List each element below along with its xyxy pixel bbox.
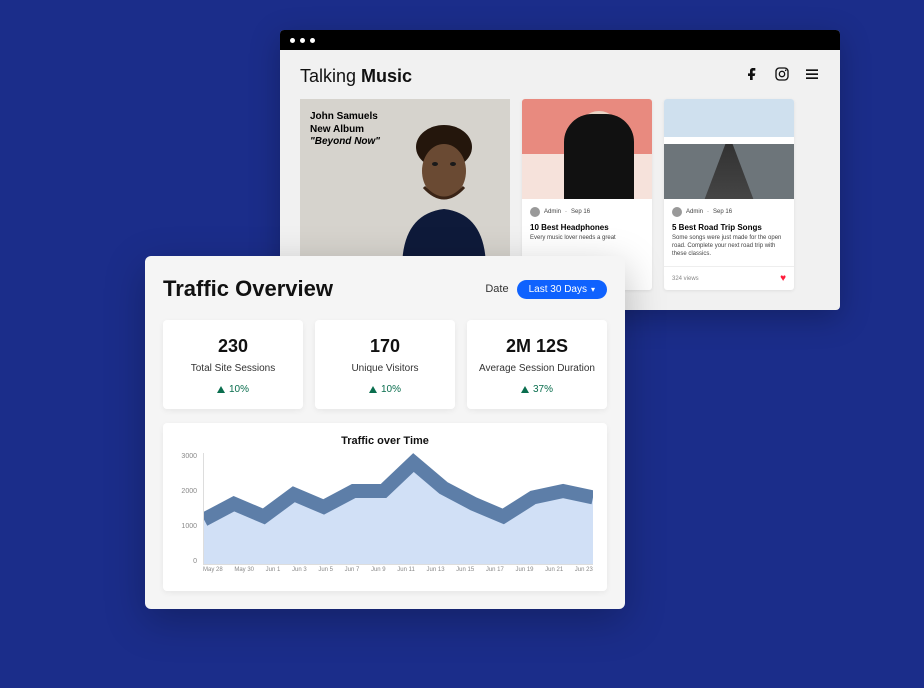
avatar xyxy=(530,207,540,217)
x-tick: Jun 3 xyxy=(292,567,307,583)
x-tick: Jun 17 xyxy=(486,567,504,583)
facebook-icon[interactable] xyxy=(744,66,760,87)
card-title: 5 Best Road Trip Songs xyxy=(672,223,786,232)
x-tick: Jun 1 xyxy=(266,567,281,583)
trend-value: 10% xyxy=(381,384,401,395)
x-tick: Jun 23 xyxy=(575,567,593,583)
stat-value: 2M 12S xyxy=(477,336,597,357)
card-meta: Admin · Sep 16 xyxy=(672,207,786,217)
date-label: Date xyxy=(485,283,508,295)
trend-up-icon xyxy=(217,386,225,393)
y-axis-ticks: 3000 2000 1000 0 xyxy=(173,453,201,565)
stat-value: 230 xyxy=(173,336,293,357)
x-axis-ticks: May 28 May 30 Jun 1 Jun 3 Jun 5 Jun 7 Jun 9 Jun… xyxy=(203,567,593,583)
instagram-icon[interactable] xyxy=(774,66,790,87)
hero-line2: New Album xyxy=(310,124,380,137)
article-card-roadtrip[interactable]: Admin · Sep 16 5 Best Road Trip Songs So… xyxy=(664,99,794,290)
card-desc: Every music lover needs a great xyxy=(530,235,644,243)
x-tick: May 30 xyxy=(234,567,254,583)
site-header: Talking Music xyxy=(280,50,840,99)
trend-value: 37% xyxy=(533,384,553,395)
hero-text: John Samuels New Album "Beyond Now" xyxy=(310,111,380,149)
header-icons xyxy=(744,66,820,87)
date-range-value: Last 30 Days xyxy=(529,284,587,295)
hamburger-menu-icon[interactable] xyxy=(804,66,820,87)
hero-line3: "Beyond Now" xyxy=(310,136,380,149)
window-dot xyxy=(290,38,295,43)
y-tick: 2000 xyxy=(173,488,197,495)
brand-part-b: Music xyxy=(361,66,412,86)
stat-avg-session-duration[interactable]: 2M 12S Average Session Duration 37% xyxy=(467,320,607,409)
card-desc: Some songs were just made for the open r… xyxy=(672,235,786,258)
stat-label: Total Site Sessions xyxy=(173,363,293,374)
stat-label: Average Session Duration xyxy=(477,363,597,374)
chart-area: 3000 2000 1000 0 May 28 May 30 Jun 1 Jun 3 Jun … xyxy=(173,453,597,583)
chart-svg xyxy=(204,453,593,564)
stat-label: Unique Visitors xyxy=(325,363,445,374)
window-titlebar xyxy=(280,30,840,50)
stat-trend: 37% xyxy=(477,384,597,395)
analytics-header: Traffic Overview Date Last 30 Days xyxy=(163,276,607,302)
x-tick: Jun 19 xyxy=(515,567,533,583)
stat-cards: 230 Total Site Sessions 10% 170 Unique V… xyxy=(163,320,607,409)
window-dot xyxy=(300,38,305,43)
analytics-panel: Traffic Overview Date Last 30 Days 230 T… xyxy=(145,256,625,609)
card-title: 10 Best Headphones xyxy=(530,223,644,232)
x-tick: Jun 11 xyxy=(397,567,415,583)
hero-line1: John Samuels xyxy=(310,111,380,124)
card-views: 324 views xyxy=(672,276,699,282)
trend-up-icon xyxy=(369,386,377,393)
traffic-chart: Traffic over Time 3000200010000 May 28Ma… xyxy=(163,423,607,591)
card-image xyxy=(664,99,794,199)
y-tick: 3000 xyxy=(173,453,197,460)
card-footer: 324 views ♥ xyxy=(664,266,794,290)
avatar xyxy=(672,207,682,217)
y-tick: 1000 xyxy=(173,523,197,530)
x-tick: Jun 21 xyxy=(545,567,563,583)
analytics-title: Traffic Overview xyxy=(163,276,333,302)
card-meta: Admin · Sep 16 xyxy=(530,207,644,217)
x-tick: Jun 5 xyxy=(318,567,333,583)
site-brand: Talking Music xyxy=(300,66,412,87)
trend-value: 10% xyxy=(229,384,249,395)
stat-unique-visitors[interactable]: 170 Unique Visitors 10% xyxy=(315,320,455,409)
x-tick: Jun 13 xyxy=(427,567,445,583)
date-filter: Date Last 30 Days xyxy=(485,280,607,299)
x-tick: Jun 15 xyxy=(456,567,474,583)
stat-trend: 10% xyxy=(325,384,445,395)
card-date: Sep 16 xyxy=(571,209,590,215)
window-dot xyxy=(310,38,315,43)
stat-trend: 10% xyxy=(173,384,293,395)
x-tick: Jun 7 xyxy=(345,567,360,583)
x-tick: May 28 xyxy=(203,567,223,583)
card-author: Admin xyxy=(686,209,703,215)
trend-up-icon xyxy=(521,386,529,393)
hero-person-image xyxy=(384,109,504,269)
chart-title: Traffic over Time xyxy=(173,435,597,447)
stat-value: 170 xyxy=(325,336,445,357)
heart-icon[interactable]: ♥ xyxy=(780,273,786,284)
card-image xyxy=(522,99,652,199)
hero-feature[interactable]: John Samuels New Album "Beyond Now" xyxy=(300,99,510,269)
chart-plot xyxy=(203,453,593,565)
brand-part-a: Talking xyxy=(300,66,361,86)
x-tick: Jun 9 xyxy=(371,567,386,583)
y-tick: 0 xyxy=(173,558,197,565)
card-author: Admin xyxy=(544,209,561,215)
date-range-dropdown[interactable]: Last 30 Days xyxy=(517,280,607,299)
stat-total-sessions[interactable]: 230 Total Site Sessions 10% xyxy=(163,320,303,409)
card-date: Sep 16 xyxy=(713,209,732,215)
